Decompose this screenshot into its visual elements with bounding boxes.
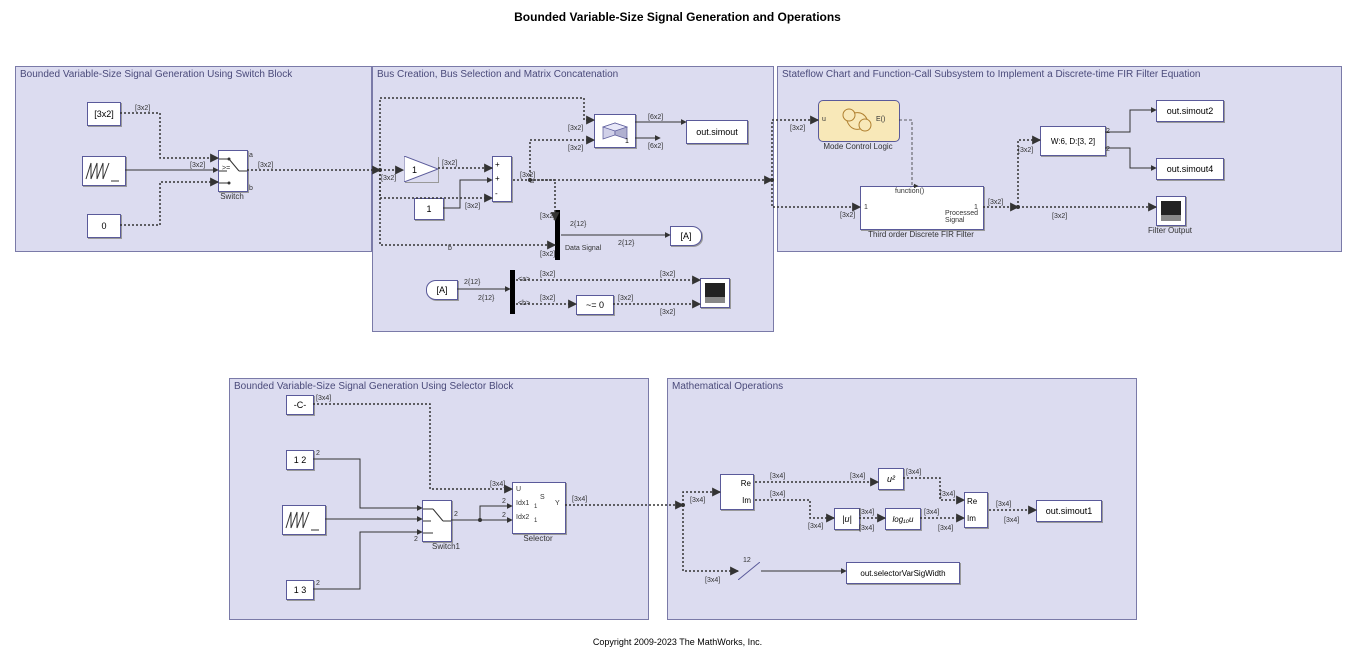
sum-plus1: + [495, 160, 500, 169]
copyright: Copyright 2009-2023 The MathWorks, Inc. [0, 637, 1355, 647]
scope-1[interactable] [700, 278, 730, 308]
chart-label: Mode Control Logic [818, 142, 898, 151]
fir-fcn: function() [895, 188, 924, 195]
diagram-title: Bounded Variable-Size Signal Generation … [0, 10, 1355, 24]
out-simout4[interactable]: out.simout4 [1156, 158, 1224, 180]
out-simout1[interactable]: out.simout1 [1036, 500, 1102, 522]
switch1-port2: 2 [414, 536, 418, 543]
region3-title: Stateflow Chart and Function-Call Subsys… [782, 69, 1201, 80]
scope-filter-output[interactable] [1156, 196, 1186, 226]
selector-label: Selector [512, 534, 564, 543]
abs-block[interactable]: |u| [834, 508, 860, 530]
scope-label: Filter Output [1140, 226, 1200, 235]
switch-port-b: b [249, 185, 253, 192]
svg-text:1: 1 [625, 138, 629, 145]
constant-zero[interactable]: 0 [87, 214, 121, 238]
matrix-concat-block[interactable]: 1 [594, 114, 636, 148]
sel-I1: Idx1 [516, 500, 529, 507]
counter-limited-2[interactable] [282, 505, 326, 535]
sum-out-a: a [530, 178, 534, 185]
goto-A[interactable]: [A] [670, 226, 702, 246]
out-simout[interactable]: out.simout [686, 120, 748, 144]
bus-in-b: b [448, 245, 452, 252]
chart-u: u [822, 116, 826, 123]
fir-outname: Processed Signal [945, 210, 978, 224]
chart-E: E() [876, 116, 885, 123]
constant-C[interactable]: -C- [286, 395, 314, 415]
constant-1-3[interactable]: 1 3 [286, 580, 314, 600]
region5-title: Mathematical Operations [672, 381, 783, 392]
gain-block[interactable]: 1 [404, 156, 438, 182]
region2-title: Bus Creation, Bus Selection and Matrix C… [377, 69, 618, 80]
out-selector-width[interactable]: out.selectorVarSigWidth [846, 562, 960, 584]
port-im: Im [742, 496, 751, 505]
delay-block[interactable]: W:6, D:[3, 2] [1040, 126, 1106, 156]
reim-to-complex[interactable]: Re Im [964, 492, 988, 528]
port-im2: Im [967, 514, 976, 523]
counter-limited-block[interactable] [82, 156, 126, 186]
region-switch-generation: Bounded Variable-Size Signal Generation … [15, 66, 372, 252]
square-block[interactable]: u² [878, 468, 904, 490]
sel-Y: Y [555, 500, 560, 507]
out-simout2[interactable]: out.simout2 [1156, 100, 1224, 122]
fir-in1: 1 [864, 204, 868, 211]
bus-selector[interactable] [510, 270, 515, 314]
region1-title: Bounded Variable-Size Signal Generation … [20, 69, 292, 80]
constant-one[interactable]: 1 [414, 198, 444, 220]
switch-op: >= [222, 165, 230, 172]
port-re: Re [741, 479, 751, 488]
region4-title: Bounded Variable-Size Signal Generation … [234, 381, 513, 392]
gain-value: 1 [412, 165, 417, 175]
bus-name: Data Signal [565, 245, 601, 252]
switch-label: Switch [218, 192, 246, 201]
fir-label: Third order Discrete FIR Filter [848, 230, 994, 239]
constant-3x2[interactable]: [3x2] [87, 102, 121, 126]
delay-port2b: 2 [1106, 146, 1110, 153]
width-val: 12 [743, 557, 751, 564]
sum-minus: - [495, 189, 498, 198]
sel-1b: 1 [534, 518, 537, 524]
compare-neq0[interactable]: ~= 0 [576, 295, 614, 315]
sel-S: S [540, 494, 545, 501]
sel-a: <a> [518, 276, 530, 283]
sum-plus2: + [495, 174, 500, 183]
sel-b: <b> [518, 300, 530, 307]
width-block[interactable] [738, 562, 760, 580]
complex-to-reim[interactable]: Re Im [720, 474, 754, 510]
sum-block[interactable]: + + - [492, 156, 512, 202]
switch1-block[interactable] [422, 500, 452, 542]
port-re2: Re [967, 497, 977, 506]
stateflow-chart[interactable] [818, 100, 900, 142]
log10-block[interactable]: log₁₀u [885, 508, 921, 530]
constant-1-2[interactable]: 1 2 [286, 450, 314, 470]
sel-U: U [516, 486, 521, 493]
delay-port2a: 2 [1106, 128, 1110, 135]
switch1-label: Switch1 [426, 542, 466, 551]
sel-1a: 1 [534, 504, 537, 510]
sel-I2: Idx2 [516, 514, 529, 521]
switch-port-a: a [249, 152, 253, 159]
bus-creator[interactable] [555, 210, 560, 260]
from-A[interactable]: [A] [426, 280, 458, 300]
